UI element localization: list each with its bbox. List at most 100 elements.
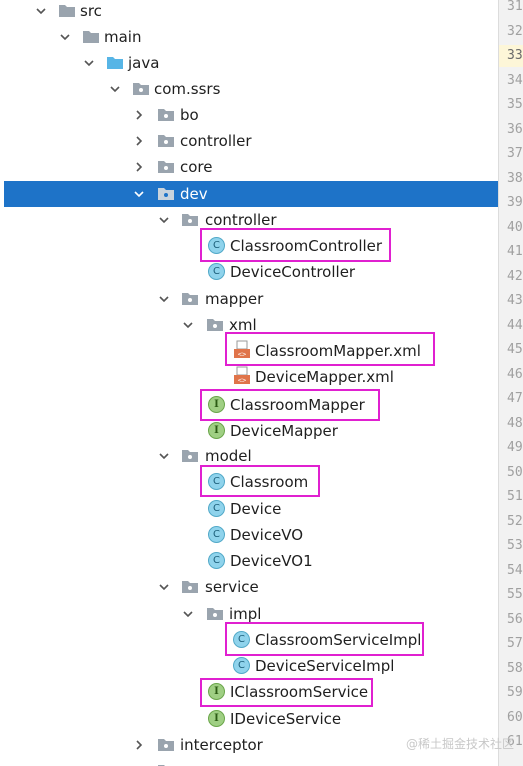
package-icon	[181, 212, 199, 227]
svg-text:<>: <>	[238, 377, 246, 385]
package-icon	[157, 159, 175, 174]
line-number: 32	[507, 23, 523, 39]
package-icon	[181, 579, 199, 594]
line-number: 42	[507, 268, 523, 284]
tree-node-bo[interactable]: bo	[0, 102, 498, 128]
tree-node-mapper[interactable]: mapper	[0, 286, 498, 312]
highlight-box	[200, 389, 380, 421]
xml-file-icon: <>	[233, 366, 251, 386]
chevron-down-icon[interactable]	[34, 4, 48, 18]
chevron-down-icon[interactable]	[132, 187, 146, 201]
tree-node-label: bo	[180, 106, 199, 124]
tree-node-label: java	[128, 54, 160, 72]
chevron-down-icon[interactable]	[157, 449, 171, 463]
tree-node-device-mapper[interactable]: I DeviceMapper	[0, 418, 498, 444]
chevron-right-icon[interactable]	[132, 134, 146, 148]
tree-node-label: main	[104, 28, 142, 46]
project-tree: src main java com.ssrs bo controller cor…	[0, 0, 498, 766]
tree-node-label: DeviceMapper.xml	[255, 368, 394, 386]
tree-node-service[interactable]: service	[0, 574, 498, 600]
tree-node-label: DeviceVO	[230, 526, 304, 544]
chevron-right-icon[interactable]	[132, 108, 146, 122]
tree-node-label: DeviceController	[230, 263, 356, 281]
chevron-down-icon[interactable]	[58, 30, 72, 44]
interface-icon: I	[208, 422, 225, 439]
watermark: @稀土掘金技术社区	[406, 737, 515, 751]
tree-node-java[interactable]: java	[0, 50, 498, 76]
tree-node-label: core	[180, 158, 213, 176]
tree-node-label: Device	[230, 500, 282, 518]
line-number: 34	[507, 72, 523, 88]
tree-node-label: controller	[205, 211, 277, 229]
tree-node-idevice-service[interactable]: I IDeviceService	[0, 706, 498, 732]
line-number: 35	[507, 97, 523, 112]
tree-node-label: DeviceVO1	[230, 552, 313, 570]
tree-node-label: dev	[180, 185, 208, 203]
tree-node-device-mapper-xml[interactable]: <> DeviceMapper.xml	[0, 364, 498, 390]
highlight-box	[200, 465, 320, 497]
chevron-right-icon[interactable]	[132, 160, 146, 174]
line-number: 53	[507, 538, 523, 553]
chevron-down-icon[interactable]	[157, 292, 171, 306]
tree-node-controller[interactable]: controller	[0, 128, 498, 154]
line-number: 50	[507, 464, 523, 480]
chevron-down-icon[interactable]	[108, 82, 122, 96]
tree-node-label: DeviceMapper	[230, 422, 338, 440]
package-icon	[206, 317, 224, 332]
chevron-down-icon[interactable]	[181, 318, 195, 332]
tree-node-src[interactable]: src	[0, 0, 498, 24]
tree-node-device-vo[interactable]: C DeviceVO	[0, 522, 498, 548]
folder-icon	[82, 29, 100, 44]
line-number: 47	[507, 391, 523, 406]
line-number: 37	[507, 146, 523, 161]
line-number: 57	[507, 636, 523, 651]
package-icon	[157, 133, 175, 148]
tree-node-dev[interactable]: dev	[4, 181, 498, 207]
line-number: 54	[507, 562, 523, 578]
tree-node-label: service	[205, 578, 259, 596]
line-number: 39	[507, 195, 523, 210]
package-icon	[181, 448, 199, 463]
tree-node-label: DeviceServiceImpl	[255, 657, 395, 675]
tree-node-main[interactable]: main	[0, 24, 498, 50]
chevron-right-icon[interactable]	[132, 738, 146, 752]
line-number: 52	[507, 513, 523, 529]
tree-node-com-ssrs[interactable]: com.ssrs	[0, 76, 498, 102]
line-number: 51	[507, 489, 523, 504]
line-number-gutter: 31 32 33 34 35 36 37 38 39 40 41 42 43 44 45 46 47 48 49 50…	[498, 0, 523, 766]
tree-node-label: controller	[180, 132, 252, 150]
tree-node-device-service-impl[interactable]: C DeviceServiceImpl	[0, 653, 498, 679]
chevron-down-icon[interactable]	[181, 607, 195, 621]
class-icon: C	[208, 263, 225, 280]
tree-node-device-vo1[interactable]: C DeviceVO1	[0, 548, 498, 574]
class-icon: C	[208, 526, 225, 543]
line-number: 49	[507, 440, 523, 455]
line-number: 41	[507, 244, 523, 259]
line-number: 58	[507, 660, 523, 676]
line-number: 43	[507, 293, 523, 308]
chevron-down-icon[interactable]	[82, 56, 96, 70]
tree-node-core[interactable]: core	[0, 154, 498, 180]
line-number: 45	[507, 342, 523, 357]
line-number: 46	[507, 366, 523, 382]
source-folder-icon	[106, 55, 124, 70]
tree-node-device[interactable]: C Device	[0, 496, 498, 522]
package-icon	[157, 107, 175, 122]
folder-icon	[58, 3, 76, 18]
tree-node-label: IDeviceService	[230, 710, 342, 728]
line-number: 59	[507, 685, 523, 700]
chevron-down-icon[interactable]	[157, 580, 171, 594]
tree-node-label: impl	[229, 605, 262, 623]
tree-node-label: interceptor	[180, 736, 263, 754]
line-number: 48	[507, 415, 523, 431]
tree-node-label: src	[80, 2, 102, 20]
chevron-down-icon[interactable]	[157, 213, 171, 227]
tree-node-partial[interactable]	[0, 758, 498, 766]
highlight-box	[200, 678, 373, 707]
tree-node-label: model	[205, 447, 252, 465]
package-icon	[181, 291, 199, 306]
tree-node-device-controller[interactable]: C DeviceController	[0, 259, 498, 285]
line-number: 40	[507, 219, 523, 235]
highlight-box	[225, 332, 435, 366]
line-number: 44	[507, 317, 523, 333]
